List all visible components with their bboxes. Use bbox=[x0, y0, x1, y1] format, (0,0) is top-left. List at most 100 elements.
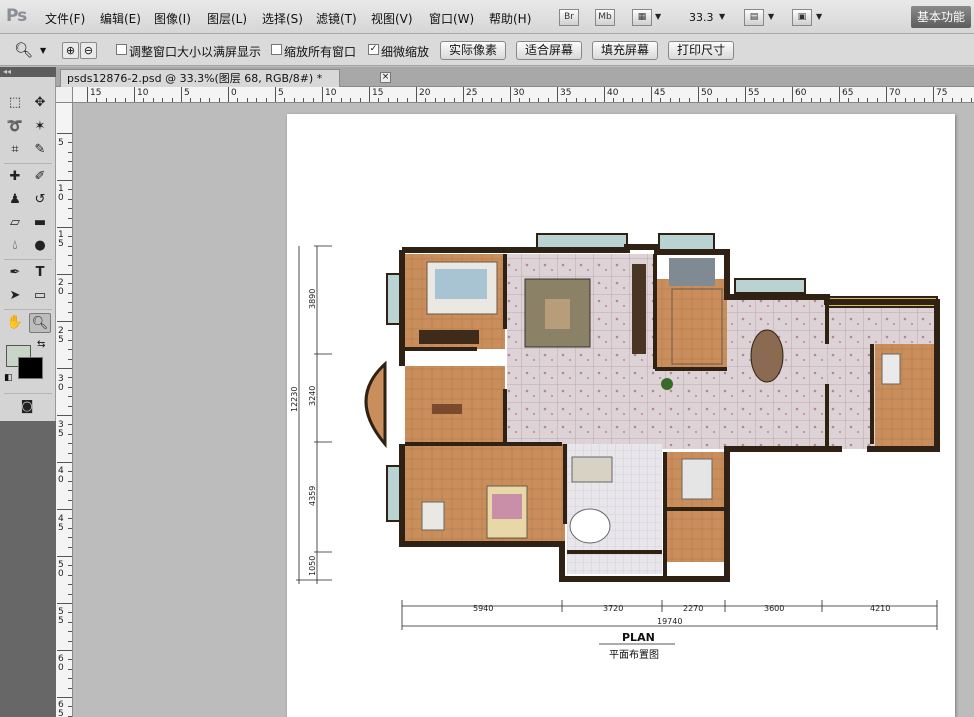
ruler-label: 0 bbox=[231, 88, 237, 98]
chevron-down-icon[interactable]: ▼ bbox=[655, 12, 661, 21]
menu-image[interactable]: 图像(I) bbox=[154, 10, 191, 27]
canvas-area[interactable]: 12230 3890 3240 4359 1050 5940 3720 2270… bbox=[74, 104, 974, 717]
quick-mask-icon[interactable]: ◙ bbox=[16, 397, 38, 417]
ruler-tick bbox=[68, 621, 72, 623]
ruler-origin[interactable] bbox=[56, 87, 73, 103]
fill-screen-button[interactable]: 填充屏幕 bbox=[592, 41, 658, 60]
gradient-tool-icon[interactable]: ▬ bbox=[29, 213, 51, 233]
swap-colors-icon[interactable]: ⇆ bbox=[37, 339, 45, 350]
menu-layer[interactable]: 图层(L) bbox=[207, 10, 247, 27]
ruler-tick bbox=[651, 87, 652, 102]
magic-wand-tool-icon[interactable]: ✶ bbox=[29, 117, 51, 137]
ruler-tick bbox=[303, 98, 305, 102]
ruler-tick bbox=[190, 98, 192, 102]
ruler-tick bbox=[622, 98, 624, 102]
brush-tool-icon[interactable]: ✐ bbox=[29, 167, 51, 187]
dim-left-total: 12230 bbox=[290, 387, 299, 412]
ruler-tick bbox=[143, 98, 145, 102]
horizontal-ruler[interactable]: 15 10 5 0 5 10 15 20 25 30 35 40 45 50 5… bbox=[73, 87, 974, 103]
path-selection-tool-icon[interactable]: ➤ bbox=[4, 286, 26, 306]
tools-collapse-bar[interactable]: ◂◂ bbox=[0, 67, 56, 77]
menu-help[interactable]: 帮助(H) bbox=[489, 10, 531, 27]
dim-left: 1050 bbox=[308, 556, 317, 576]
ruler-tick bbox=[425, 98, 427, 102]
ruler-tick bbox=[792, 87, 793, 102]
chevron-down-icon[interactable]: ▼ bbox=[40, 46, 46, 55]
vertical-ruler[interactable]: 5 10 15 20 25 30 35 40 45 50 55 60 65 bbox=[56, 103, 73, 717]
workspace-button[interactable]: 基本功能 bbox=[911, 6, 971, 28]
ruler-tick bbox=[312, 98, 314, 102]
ruler-tick bbox=[68, 311, 72, 313]
background-color-swatch[interactable] bbox=[18, 357, 43, 379]
chevron-down-icon[interactable]: ▼ bbox=[768, 12, 774, 21]
history-brush-tool-icon[interactable]: ↺ bbox=[29, 190, 51, 210]
shape-tool-icon[interactable]: ▭ bbox=[29, 286, 51, 306]
ruler-label: 10 bbox=[325, 88, 337, 98]
ruler-tick bbox=[105, 98, 107, 102]
zoom-all-checkbox[interactable] bbox=[271, 44, 282, 55]
ruler-tick bbox=[68, 255, 72, 257]
menu-select[interactable]: 选择(S) bbox=[262, 10, 303, 27]
actual-pixels-button[interactable]: 实际像素 bbox=[440, 41, 506, 60]
crop-tool-icon[interactable]: ⌗ bbox=[4, 140, 26, 160]
view-extras-icon[interactable]: ▦ bbox=[632, 9, 652, 26]
menu-filter[interactable]: 滤镜(T) bbox=[316, 10, 357, 27]
pen-tool-icon[interactable]: ✒ bbox=[4, 263, 26, 283]
lasso-tool-icon[interactable]: ➰ bbox=[4, 117, 26, 137]
print-size-button[interactable]: 打印尺寸 bbox=[668, 41, 734, 60]
bridge-button[interactable]: Br bbox=[559, 9, 579, 26]
dodge-tool-icon[interactable]: ● bbox=[29, 236, 51, 256]
ruler-tick bbox=[434, 98, 436, 102]
fit-screen-button[interactable]: 适合屏幕 bbox=[516, 41, 582, 60]
zoom-tool-icon[interactable]: 🔍︎ bbox=[29, 313, 51, 333]
ruler-tick bbox=[57, 227, 72, 228]
mini-bridge-button[interactable]: Mb bbox=[595, 9, 615, 26]
zoom-level[interactable]: 33.3 bbox=[689, 11, 714, 24]
clone-stamp-tool-icon[interactable]: ♟ bbox=[4, 190, 26, 210]
hand-tool-icon[interactable]: ✋ bbox=[4, 313, 26, 333]
type-tool-icon[interactable]: T bbox=[29, 263, 51, 283]
ruler-tick bbox=[557, 87, 558, 102]
dim-bottom: 5940 bbox=[473, 604, 493, 613]
menu-file[interactable]: 文件(F) bbox=[45, 10, 85, 27]
screen-mode-icon[interactable]: ▣ bbox=[792, 9, 812, 26]
zoom-tool-icon[interactable]: 🔍︎ bbox=[14, 41, 33, 59]
ruler-tick bbox=[726, 98, 728, 102]
dining-table bbox=[750, 329, 784, 383]
ruler-tick bbox=[773, 98, 775, 102]
ruler-tick bbox=[162, 98, 164, 102]
ruler-tick bbox=[707, 98, 709, 102]
default-colors-icon[interactable]: ◧ bbox=[4, 373, 13, 383]
menu-view[interactable]: 视图(V) bbox=[371, 10, 413, 27]
chevron-down-icon[interactable]: ▼ bbox=[816, 12, 822, 21]
ruler-tick bbox=[68, 565, 72, 567]
coffee-table bbox=[545, 299, 570, 329]
healing-brush-tool-icon[interactable]: ✚ bbox=[4, 167, 26, 187]
zoom-out-icon[interactable]: ⊖ bbox=[80, 42, 97, 59]
ruler-tick bbox=[416, 87, 417, 102]
blur-tool-icon[interactable]: 💧︎ bbox=[4, 236, 26, 256]
marquee-tool-icon[interactable]: ⬚ bbox=[4, 93, 26, 113]
ruler-tick bbox=[745, 87, 746, 102]
dim-left: 3890 bbox=[308, 289, 317, 309]
move-tool-icon[interactable]: ✥ bbox=[29, 93, 51, 113]
ruler-tick bbox=[68, 330, 72, 332]
document-canvas[interactable]: 12230 3890 3240 4359 1050 5940 3720 2270… bbox=[287, 114, 955, 717]
plan-subtitle: 平面布置图 bbox=[609, 649, 659, 661]
chevron-down-icon[interactable]: ▼ bbox=[719, 12, 725, 21]
ruler-tick bbox=[594, 98, 596, 102]
scrubby-zoom-checkbox[interactable]: ✓ bbox=[368, 44, 379, 55]
eyedropper-tool-icon[interactable]: ✎ bbox=[29, 140, 51, 160]
ruler-tick bbox=[68, 640, 72, 642]
resize-windows-checkbox[interactable] bbox=[116, 44, 127, 55]
arrange-documents-icon[interactable]: ▤ bbox=[744, 9, 764, 26]
ruler-tick bbox=[632, 98, 634, 102]
close-icon[interactable]: × bbox=[380, 72, 391, 83]
document-tab[interactable]: psds12876-2.psd @ 33.3%(图层 68, RGB/8#) * bbox=[60, 69, 340, 87]
ruler-tick bbox=[68, 377, 72, 379]
menu-window[interactable]: 窗口(W) bbox=[429, 10, 474, 27]
ruler-tick bbox=[566, 98, 568, 102]
menu-edit[interactable]: 编辑(E) bbox=[100, 10, 141, 27]
zoom-in-icon[interactable]: ⊕ bbox=[62, 42, 79, 59]
eraser-tool-icon[interactable]: ▱ bbox=[4, 213, 26, 233]
